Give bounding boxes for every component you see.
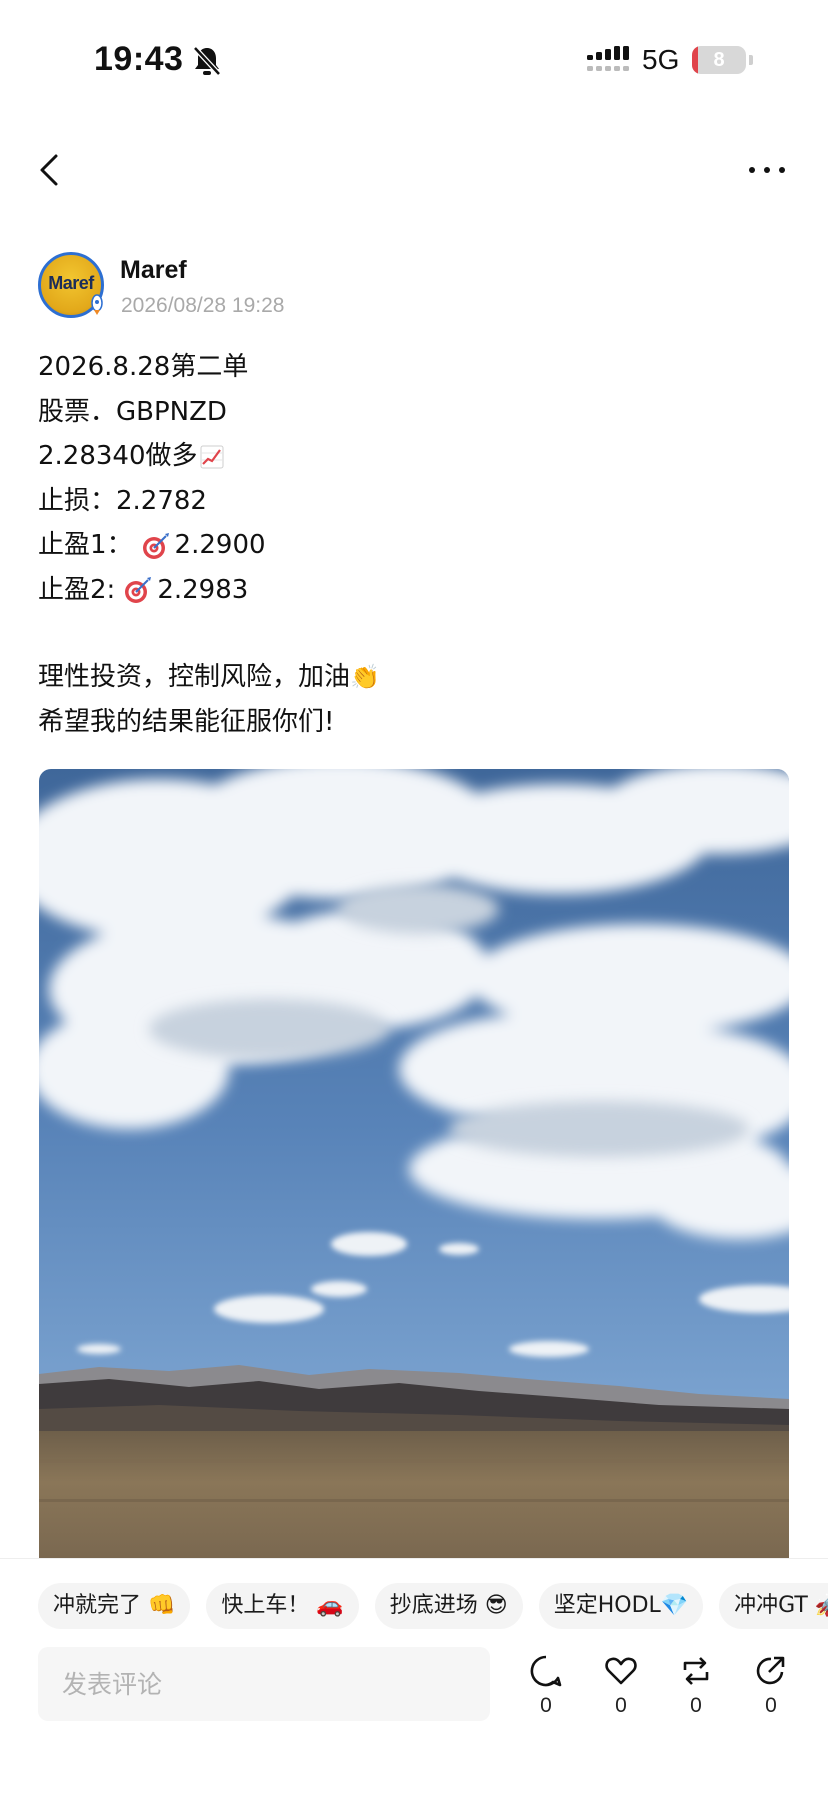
quick-reply-chip[interactable]: 冲冲GT 🚀: [719, 1583, 828, 1629]
like-count: 0: [615, 1694, 627, 1717]
post-line: 止盈2: 2.2983: [38, 568, 798, 613]
target-icon: [125, 577, 152, 603]
share-count: 0: [765, 1694, 777, 1717]
post-line: 2.28340做多: [38, 434, 798, 479]
comment-count: 0: [540, 1694, 552, 1717]
landscape-photo: [39, 769, 789, 1559]
comment-button[interactable]: 0: [521, 1654, 571, 1718]
signal-icon: [587, 46, 629, 71]
clapping-hands-icon: 👏: [350, 663, 380, 692]
target-icon: [142, 532, 169, 559]
quick-reply-chip[interactable]: 坚定HODL💎: [538, 1583, 704, 1629]
status-time: 19:43: [94, 40, 184, 78]
post-content: 2026.8.28第二单 股票．GBPNZD 2.28340做多 止损：2.27…: [38, 345, 798, 744]
battery-icon: 8: [692, 46, 746, 74]
repost-count: 0: [690, 1694, 702, 1717]
post-line: 股票．GBPNZD: [38, 396, 227, 427]
post-line: 止盈1： 2.2900: [38, 523, 798, 568]
post-line: 理性投资，控制风险，加油👏: [38, 655, 798, 700]
like-button[interactable]: 0: [596, 1654, 646, 1718]
rocket-badge-icon: [91, 294, 103, 315]
chevron-left-icon: [40, 154, 58, 186]
back-button[interactable]: [30, 148, 70, 192]
comment-input[interactable]: [38, 1647, 490, 1721]
take-profit-value: 2.2983: [157, 574, 249, 605]
post-image[interactable]: [39, 769, 789, 1559]
share-button[interactable]: 0: [746, 1654, 796, 1718]
post-timestamp: 2026/08/28 19:28: [121, 294, 285, 317]
quick-reply-chip[interactable]: 抄底进场 😎: [374, 1583, 523, 1629]
quick-reply-chip[interactable]: 快上车！ 🚗: [206, 1583, 359, 1629]
post-line: 止损：2.2782: [38, 485, 207, 516]
heart-icon: [605, 1657, 637, 1685]
quick-reply-chips: 冲就完了 👊 快上车！ 🚗 抄底进场 😎 坚定HODL💎 冲冲GT 🚀: [38, 1583, 828, 1629]
status-bar: 19:43 5G 8: [0, 0, 828, 118]
author-name[interactable]: Maref: [120, 256, 187, 285]
quick-reply-chip[interactable]: 冲就完了 👊: [38, 1583, 191, 1629]
post-detail-page: 19:43 5G 8 Maref Maref 2026/08/28 19:28 …: [0, 0, 828, 1800]
share-icon: [756, 1656, 785, 1685]
bottom-action-panel: 冲就完了 👊 快上车！ 🚗 抄底进场 😎 坚定HODL💎 冲冲GT 🚀 0 0: [0, 1558, 828, 1800]
chart-increasing-icon: [200, 445, 224, 468]
take-profit-label: 止盈2:: [38, 574, 116, 605]
comment-input-wrapper: [38, 1647, 490, 1721]
post-line: 希望我的结果能征服你们!: [38, 706, 335, 737]
more-dots-icon: [749, 167, 785, 173]
repost-icon: [683, 1657, 709, 1685]
post-line-text: 理性投资，控制风险，加油: [38, 662, 351, 692]
avatar-logo-text: Maref: [48, 273, 94, 293]
battery-cap: [749, 55, 753, 65]
battery-percent: 8: [713, 49, 725, 71]
post-line-text: 2.28340做多: [38, 441, 198, 471]
post-spacer: [38, 612, 798, 655]
take-profit-label: 止盈1：: [38, 530, 133, 560]
repost-button[interactable]: 0: [671, 1654, 721, 1718]
bell-off-icon: [193, 46, 221, 76]
more-button[interactable]: [744, 152, 790, 188]
network-type: 5G: [642, 44, 680, 75]
take-profit-value: 2.2900: [174, 530, 266, 560]
comment-icon: [530, 1655, 562, 1687]
post-line: 2026.8.28第二单: [38, 352, 249, 382]
